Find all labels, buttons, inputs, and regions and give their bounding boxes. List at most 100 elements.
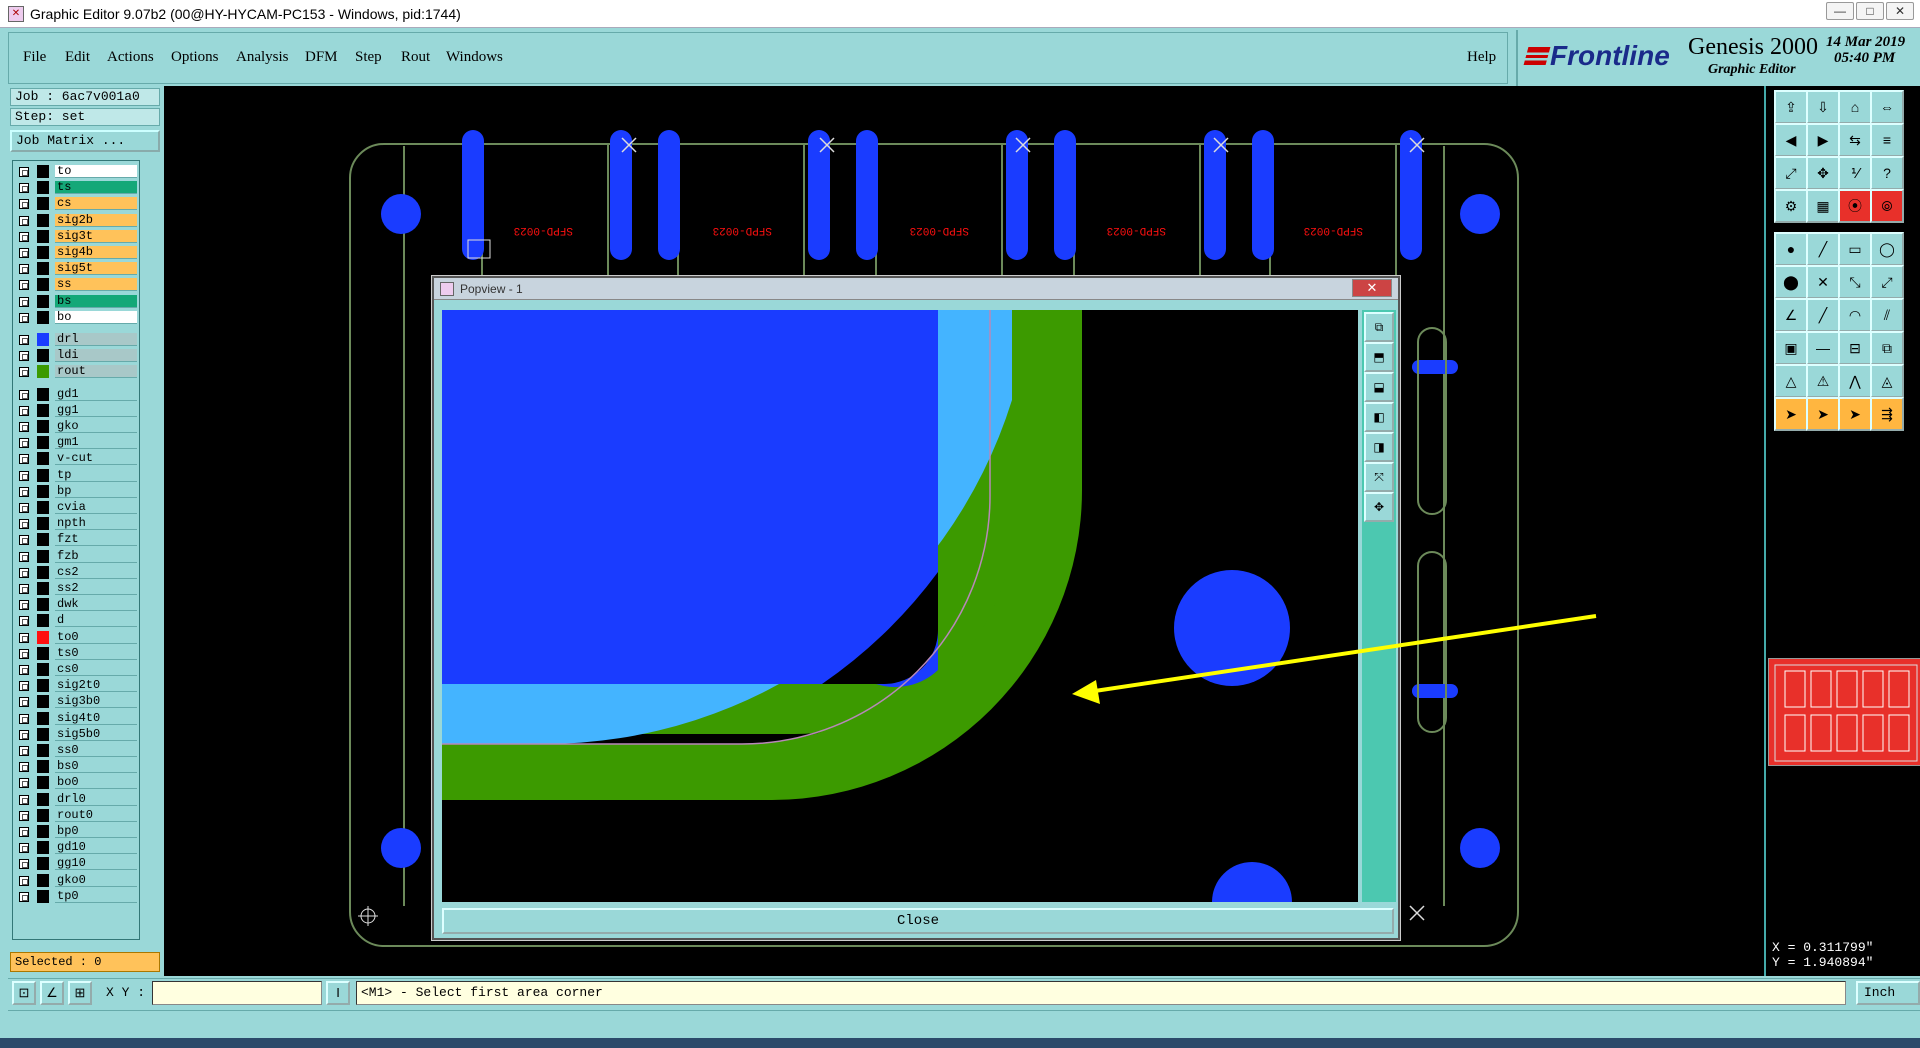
layer-color-swatch[interactable]: [37, 349, 49, 363]
layer-color-swatch[interactable]: [37, 213, 49, 227]
circle-icon[interactable]: ◯: [1870, 232, 1904, 266]
layer-name[interactable]: d: [55, 614, 137, 628]
net-select-icon[interactable]: ⦾: [1870, 189, 1904, 223]
layer-row-fzt[interactable]: fzt: [15, 533, 137, 547]
layer-checkbox[interactable]: [19, 762, 29, 773]
layer-row-bp[interactable]: bp: [15, 484, 137, 499]
layer-row-rout0[interactable]: rout0: [15, 808, 137, 823]
menu-rout[interactable]: Rout: [401, 49, 430, 66]
menu-step[interactable]: Step: [355, 49, 382, 66]
overview-minimap[interactable]: [1768, 658, 1920, 766]
layer-name[interactable]: bp: [55, 484, 137, 498]
layer-name[interactable]: rout: [55, 365, 137, 379]
layer-checkbox[interactable]: [19, 280, 29, 291]
layer-checkbox[interactable]: [19, 183, 29, 194]
box-icon[interactable]: ▣: [1774, 331, 1808, 365]
layer-color-swatch[interactable]: [37, 310, 49, 324]
layer-color-swatch[interactable]: [37, 598, 49, 612]
layer-checkbox[interactable]: [19, 405, 29, 416]
layer-name[interactable]: fzb: [55, 549, 137, 563]
menu-dfm[interactable]: DFM: [305, 49, 338, 66]
layer-name[interactable]: drl0: [55, 792, 137, 806]
menu-edit[interactable]: Edit: [65, 49, 90, 66]
layer-row-npth[interactable]: npth: [15, 517, 137, 531]
layer-row-tp[interactable]: tp: [15, 468, 137, 483]
layer-checkbox[interactable]: [19, 600, 29, 611]
layer-checkbox[interactable]: [19, 389, 29, 400]
warn-icon[interactable]: ⚠: [1806, 364, 1840, 398]
layer-checkbox[interactable]: [19, 616, 29, 627]
minimize-button[interactable]: —: [1826, 2, 1854, 20]
layer-row-gd10[interactable]: gd10: [15, 841, 137, 855]
layer-checkbox[interactable]: [19, 312, 29, 323]
layer-row-bo[interactable]: bo: [15, 310, 137, 325]
layer-name[interactable]: v-cut: [55, 452, 137, 466]
layer-checkbox[interactable]: [19, 713, 29, 724]
layer-name[interactable]: sig2t0: [55, 679, 137, 693]
popview-tool-icon-2[interactable]: ⬒: [1364, 342, 1394, 372]
layer-checkbox[interactable]: [19, 859, 29, 870]
layer-color-swatch[interactable]: [37, 873, 49, 887]
layer-name[interactable]: bs0: [55, 760, 137, 774]
line-icon[interactable]: ╱: [1806, 232, 1840, 266]
filter-icon[interactable]: ⚙: [1774, 189, 1808, 223]
move-right-icon[interactable]: ▶: [1806, 123, 1840, 157]
layer-name[interactable]: tp: [55, 468, 137, 482]
select-box-icon[interactable]: ➤: [1838, 397, 1872, 431]
layer-row-sig4t0[interactable]: sig4t0: [15, 711, 137, 726]
layer-checkbox[interactable]: [19, 746, 29, 756]
layer-color-swatch[interactable]: [37, 808, 49, 822]
layer-name[interactable]: gm1: [55, 436, 137, 450]
grid-icon[interactable]: ▦: [1806, 189, 1840, 223]
layer-name[interactable]: to0: [55, 630, 137, 644]
slope-icon[interactable]: ╱: [1806, 298, 1840, 332]
compare-icon[interactable]: ⫽: [1870, 298, 1904, 332]
layer-color-swatch[interactable]: [37, 197, 49, 211]
layer-checkbox[interactable]: [19, 248, 29, 258]
layer-checkbox[interactable]: [19, 551, 29, 562]
layer-color-swatch[interactable]: [37, 760, 49, 774]
layer-row-to[interactable]: to: [15, 165, 137, 179]
layer-row-cvia[interactable]: cvia: [15, 501, 137, 515]
select-icon[interactable]: ➤: [1774, 397, 1808, 431]
arc-point-icon[interactable]: ⤡: [1838, 265, 1872, 299]
layer-row-d[interactable]: d: [15, 614, 137, 628]
layer-color-swatch[interactable]: [37, 679, 49, 693]
layer-name[interactable]: ss: [55, 278, 137, 292]
minus-icon[interactable]: —: [1806, 331, 1840, 365]
popview-close-button[interactable]: Close: [442, 908, 1394, 934]
grid-icon[interactable]: ⊞: [68, 981, 92, 1005]
layer-checkbox[interactable]: [19, 778, 29, 789]
popview-tool-icon-1[interactable]: ⧉: [1364, 312, 1394, 342]
layer-name[interactable]: gko: [55, 420, 137, 433]
center-icon[interactable]: ✥: [1806, 156, 1840, 190]
layer-row-tp0[interactable]: tp0: [15, 889, 137, 904]
menu-windows[interactable]: Windows: [446, 49, 503, 66]
layer-checkbox[interactable]: [19, 875, 29, 886]
layer-checkbox[interactable]: [19, 264, 29, 275]
layer-name[interactable]: ts0: [55, 646, 137, 660]
layer-name[interactable]: sig5b0: [55, 727, 137, 741]
layer-row-gg10[interactable]: gg10: [15, 857, 137, 871]
move-left-icon[interactable]: ◀: [1774, 123, 1808, 157]
peak-icon[interactable]: ⋀: [1838, 364, 1872, 398]
layer-color-swatch[interactable]: [37, 857, 49, 871]
layer-checkbox[interactable]: [19, 351, 29, 362]
arc-icon[interactable]: ◠: [1838, 298, 1872, 332]
layer-color-swatch[interactable]: [37, 695, 49, 709]
text-cursor-icon[interactable]: I: [326, 981, 350, 1005]
layer-name[interactable]: cvia: [55, 501, 137, 514]
layer-name[interactable]: ss2: [55, 582, 137, 595]
layer-name[interactable]: gd10: [55, 841, 137, 855]
layer-row-gko0[interactable]: gko0: [15, 873, 137, 888]
layer-name[interactable]: sig4t0: [55, 711, 137, 725]
layer-color-swatch[interactable]: [37, 403, 49, 417]
layer-row-gko[interactable]: gko: [15, 420, 137, 434]
layer-name[interactable]: sig2b: [55, 213, 137, 227]
layer-name[interactable]: sig3t: [55, 229, 137, 243]
layer-row-bs0[interactable]: bs0: [15, 760, 137, 774]
layer-row-drl[interactable]: drl: [15, 333, 137, 347]
layer-row-sig3b0[interactable]: sig3b0: [15, 695, 137, 709]
layer-color-swatch[interactable]: [37, 294, 49, 308]
scale-icon[interactable]: ⅟: [1838, 156, 1872, 190]
